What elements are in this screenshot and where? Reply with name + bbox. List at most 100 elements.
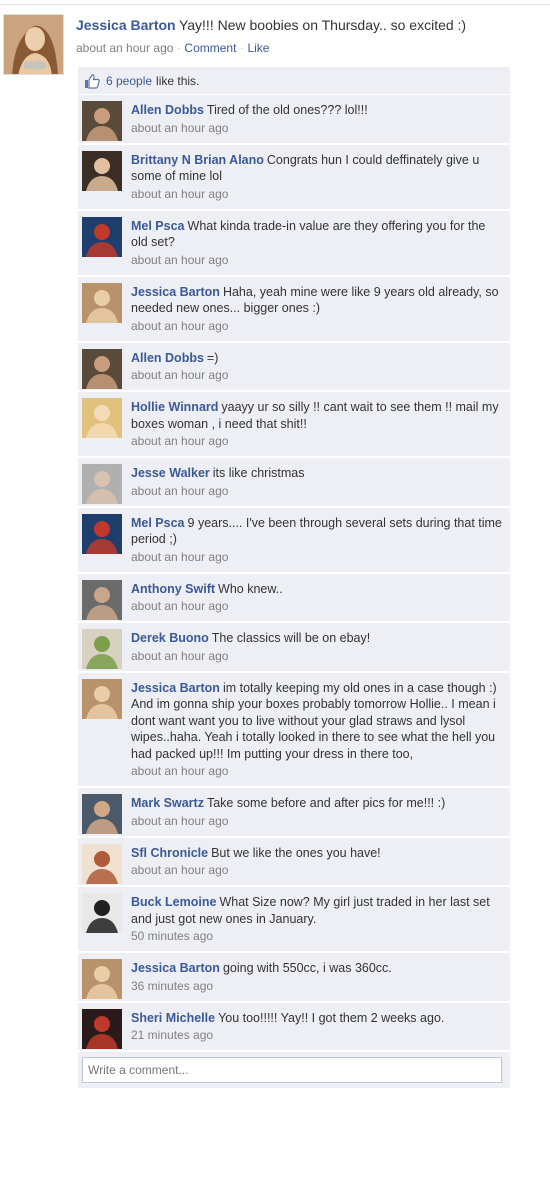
avatar-photo-icon	[82, 348, 122, 389]
comment-list: Allen Dobbs Tired of the old ones??? lol!…	[78, 95, 510, 1052]
thumbs-up-icon	[84, 73, 100, 89]
comment-text: going with 550cc, i was 360cc.	[222, 961, 392, 975]
commenter-name-link[interactable]: Jessica Barton	[131, 961, 220, 975]
likes-suffix: like this.	[156, 73, 200, 88]
commenter-avatar[interactable]	[82, 464, 122, 504]
commenter-name-link[interactable]: Mel Psca	[131, 516, 185, 530]
comment-text: =)	[206, 350, 219, 365]
comment-timestamp[interactable]: about an hour ago	[131, 648, 502, 664]
comment-timestamp[interactable]: about an hour ago	[131, 252, 502, 268]
commenter-avatar[interactable]	[82, 216, 122, 257]
commenter-name-link[interactable]: Brittany N Brian Alano	[131, 153, 264, 167]
comment-timestamp[interactable]: about an hour ago	[131, 813, 502, 829]
commenter-avatar[interactable]	[82, 678, 122, 719]
meta-separator: ·	[177, 43, 181, 53]
commenter-avatar[interactable]	[82, 794, 122, 834]
commenter-name-link[interactable]: Jessica Barton	[131, 681, 220, 695]
comment-timestamp[interactable]: about an hour ago	[131, 367, 502, 383]
avatar-photo-icon	[82, 282, 122, 323]
comment-text: Tired of the old ones??? lol!!!	[206, 103, 368, 117]
comment-timestamp[interactable]: about an hour ago	[131, 120, 502, 136]
commenter-name-link[interactable]: Allen Dobbs	[131, 351, 204, 365]
top-divider	[0, 4, 550, 5]
avatar-photo-icon	[82, 1008, 122, 1049]
comment-item: Hollie Winnard yaayy ur so silly !! cant …	[78, 392, 510, 458]
commenter-name-link[interactable]: Derek Buono	[131, 631, 209, 645]
comment-item: Allen Dobbs Tired of the old ones??? lol!…	[78, 95, 510, 145]
comment-timestamp[interactable]: about an hour ago	[131, 862, 502, 878]
commenter-name-link[interactable]: Sheri Michelle	[131, 1011, 215, 1025]
comment-timestamp[interactable]: about an hour ago	[131, 186, 502, 202]
likes-count-link[interactable]: 6 people	[106, 74, 152, 88]
comment-timestamp[interactable]: about an hour ago	[131, 763, 502, 779]
write-comment-input[interactable]	[82, 1057, 502, 1083]
commenter-name-link[interactable]: Allen Dobbs	[131, 103, 204, 117]
comment-item: Jessica Barton Haha, yeah mine were like …	[78, 276, 510, 343]
comment-item: Jesse Walker its like christmas about an h…	[78, 458, 510, 508]
commenter-name-link[interactable]: Hollie Winnard	[131, 400, 218, 414]
commenter-avatar[interactable]	[82, 513, 122, 554]
avatar-photo-icon	[82, 513, 122, 554]
comment-item: Buck Lemoine What Size now? My girl just …	[78, 887, 510, 953]
commenter-avatar[interactable]	[82, 282, 122, 323]
comment-item: Derek Buono The classics will be on ebay!…	[78, 623, 510, 673]
comment-item: Sfl Chronicle But we like the ones you ha…	[78, 837, 510, 887]
comment-item: Jessica Barton going with 550cc, i was 36…	[78, 953, 510, 1003]
comment-item: Sheri Michelle You too!!!!! Yay!! I got t…	[78, 1002, 510, 1052]
commenter-avatar[interactable]	[82, 629, 122, 669]
comments-feed: 6 people like this. Allen Dobbs Tired of …	[78, 67, 510, 1088]
commenter-avatar[interactable]	[82, 959, 122, 999]
comment-timestamp[interactable]: about an hour ago	[131, 549, 502, 565]
commenter-name-link[interactable]: Mark Swartz	[131, 796, 204, 810]
comment-item: Mark Swartz Take some before and after pi…	[78, 788, 510, 838]
comment-timestamp[interactable]: about an hour ago	[131, 433, 502, 449]
commenter-name-link[interactable]: Buck Lemoine	[131, 895, 216, 909]
avatar-photo-icon	[82, 579, 122, 620]
likes-summary: 6 people like this.	[78, 67, 510, 95]
comment-link[interactable]: Comment	[184, 41, 236, 55]
comment-timestamp[interactable]: 36 minutes ago	[131, 978, 502, 994]
avatar-photo-icon	[82, 678, 122, 719]
comment-timestamp[interactable]: about an hour ago	[131, 483, 502, 499]
commenter-name-link[interactable]: Mel Psca	[131, 219, 185, 233]
comment-timestamp[interactable]: about an hour ago	[131, 318, 502, 334]
commenter-avatar[interactable]	[82, 150, 122, 191]
comment-timestamp[interactable]: 50 minutes ago	[131, 928, 502, 944]
comment-timestamp[interactable]: about an hour ago	[131, 598, 502, 614]
comment-item: Mel Psca 9 years.... I've been through se…	[78, 507, 510, 574]
comment-item: Brittany N Brian Alano Congrats hun I cou…	[78, 144, 510, 211]
commenter-avatar[interactable]	[82, 893, 122, 933]
comment-timestamp[interactable]: 21 minutes ago	[131, 1027, 502, 1043]
commenter-avatar[interactable]	[82, 579, 122, 620]
avatar-photo-icon	[4, 15, 63, 74]
like-link[interactable]: Like	[247, 41, 269, 55]
commenter-name-link[interactable]: Jesse Walker	[131, 466, 210, 480]
post-text: Yay!!! New boobies on Thursday.. so exci…	[178, 17, 467, 33]
avatar-photo-icon	[82, 398, 122, 438]
comment-text: its like christmas	[212, 466, 305, 480]
comment-item: Mel Psca What kinda trade-in value are th…	[78, 210, 510, 277]
avatar-photo-icon	[82, 101, 122, 141]
post-author-link[interactable]: Jessica Barton	[76, 17, 176, 33]
commenter-avatar[interactable]	[82, 1008, 122, 1049]
commenter-avatar[interactable]	[82, 843, 122, 884]
comment-item: Anthony Swift Who knew.. about an hour ago	[78, 573, 510, 623]
comment-text: im totally keeping my old ones in a case…	[222, 680, 497, 695]
comment-text: Take some before and after pics for me!!…	[206, 796, 446, 810]
commenter-name-link[interactable]: Anthony Swift	[131, 582, 215, 596]
avatar-photo-icon	[82, 150, 122, 191]
commenter-name-link[interactable]: Sfl Chronicle	[131, 846, 208, 860]
avatar-photo-icon	[82, 893, 122, 933]
commenter-avatar[interactable]	[82, 348, 122, 389]
commenter-avatar[interactable]	[82, 101, 122, 141]
comment-text: You too!!!!! Yay!! I got them 2 weeks ag…	[218, 1010, 445, 1025]
avatar-photo-icon	[82, 464, 122, 504]
commenter-name-link[interactable]: Jessica Barton	[131, 285, 220, 299]
avatar-photo-icon	[82, 843, 122, 884]
comment-item: Jessica Barton im totally keeping my old …	[78, 672, 510, 788]
post-timestamp[interactable]: about an hour ago	[76, 41, 173, 55]
post-author-avatar[interactable]	[3, 14, 64, 75]
comment-text: 9 years.... I've been through several se…	[131, 515, 502, 547]
avatar-photo-icon	[82, 629, 122, 669]
commenter-avatar[interactable]	[82, 398, 122, 438]
